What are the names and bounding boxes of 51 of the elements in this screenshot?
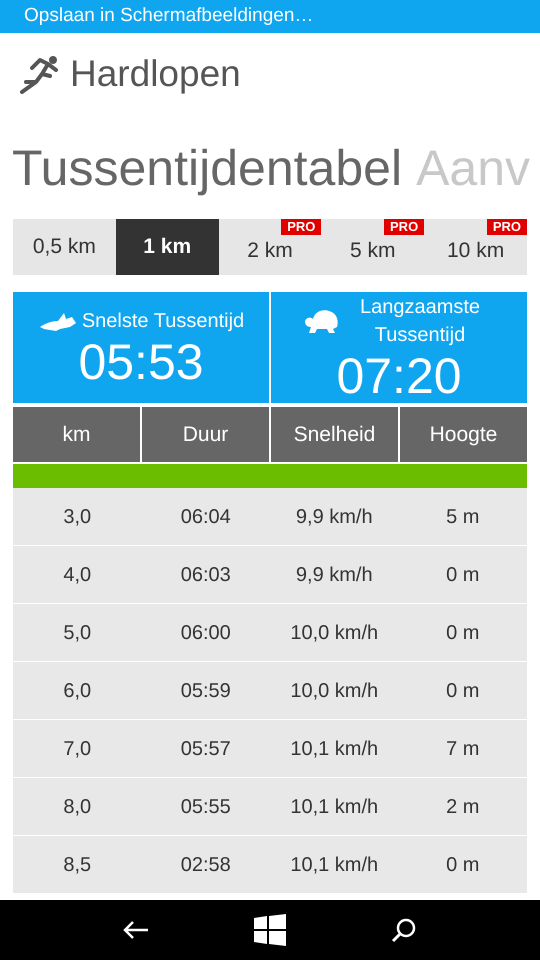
windows-icon[interactable] xyxy=(254,914,286,946)
column-header[interactable]: Hoogte xyxy=(400,407,527,462)
distance-tab[interactable]: 1 km xyxy=(116,219,219,275)
table-cell-text: 0 m xyxy=(446,678,480,704)
table-cell-text: 06:04 xyxy=(180,504,231,530)
status-text: Opslaan in Schermafbeeldingen… xyxy=(24,4,314,28)
runner-icon xyxy=(18,54,60,94)
distance-tab[interactable]: 2 km xyxy=(218,236,322,266)
search-icon[interactable] xyxy=(391,917,418,943)
card-label: Langzaamste Tussentijd xyxy=(358,294,482,348)
table-cell-text: 05:59 xyxy=(180,678,231,704)
table-cell-text: 9,9 km/h xyxy=(296,562,373,588)
distance-tab[interactable]: 5 km xyxy=(321,236,424,266)
table-cell-text: 0 m xyxy=(446,852,480,878)
back-icon[interactable] xyxy=(122,920,149,940)
table-cell-text: 8,5 xyxy=(63,852,92,878)
table-cell-text: 5,0 xyxy=(63,620,92,646)
card-time: 07:20 xyxy=(336,348,462,402)
table-cell-text: 9,9 km/h xyxy=(296,504,373,530)
table-cell-text: 10,1 km/h xyxy=(290,852,378,878)
table-cell-text: 4,0 xyxy=(63,562,92,588)
table-cell-text: 05:57 xyxy=(180,736,231,762)
pro-badge: PRO xyxy=(281,219,322,235)
distance-tab[interactable]: 10 km xyxy=(424,236,527,266)
table-cell-text: 05:55 xyxy=(180,794,231,820)
table-cell-text: 02:58 xyxy=(180,852,231,878)
table-cell-text: 8,0 xyxy=(63,794,92,820)
distance-tab[interactable]: 0,5 km xyxy=(13,219,116,275)
column-header[interactable]: Snelheid xyxy=(271,407,398,462)
table-cell-text: 0 m xyxy=(446,562,480,588)
table-cell-text: 10,1 km/h xyxy=(290,736,378,762)
pro-badge: PRO xyxy=(486,219,527,235)
table-cell-text: 0 m xyxy=(446,620,480,646)
column-header[interactable]: Duur xyxy=(142,407,269,462)
table-cell-text: 6,0 xyxy=(63,678,92,704)
card-time: 05:53 xyxy=(78,334,204,388)
pivot-header[interactable]: Tussentijdentabel xyxy=(12,130,402,206)
table-cell-text: 2 m xyxy=(446,794,480,820)
table-cell-text: 10,1 km/h xyxy=(290,794,378,820)
column-header[interactable]: km xyxy=(13,407,140,462)
table-cell-text: 5 m xyxy=(446,504,480,530)
table-cell-text: 7,0 xyxy=(63,736,92,762)
table-cell-text: 06:00 xyxy=(180,620,231,646)
card-label: Snelste Tussentijd xyxy=(82,308,244,334)
table-cell-text: 10,0 km/h xyxy=(290,678,378,704)
table-cell-text: 06:03 xyxy=(180,562,231,588)
table-cell-text: 7 m xyxy=(446,736,480,762)
table-cell-text: 10,0 km/h xyxy=(290,620,378,646)
app-title: Hardlopen xyxy=(70,52,241,96)
pro-badge: PRO xyxy=(384,219,424,235)
table-cell-text: 3,0 xyxy=(63,504,92,530)
